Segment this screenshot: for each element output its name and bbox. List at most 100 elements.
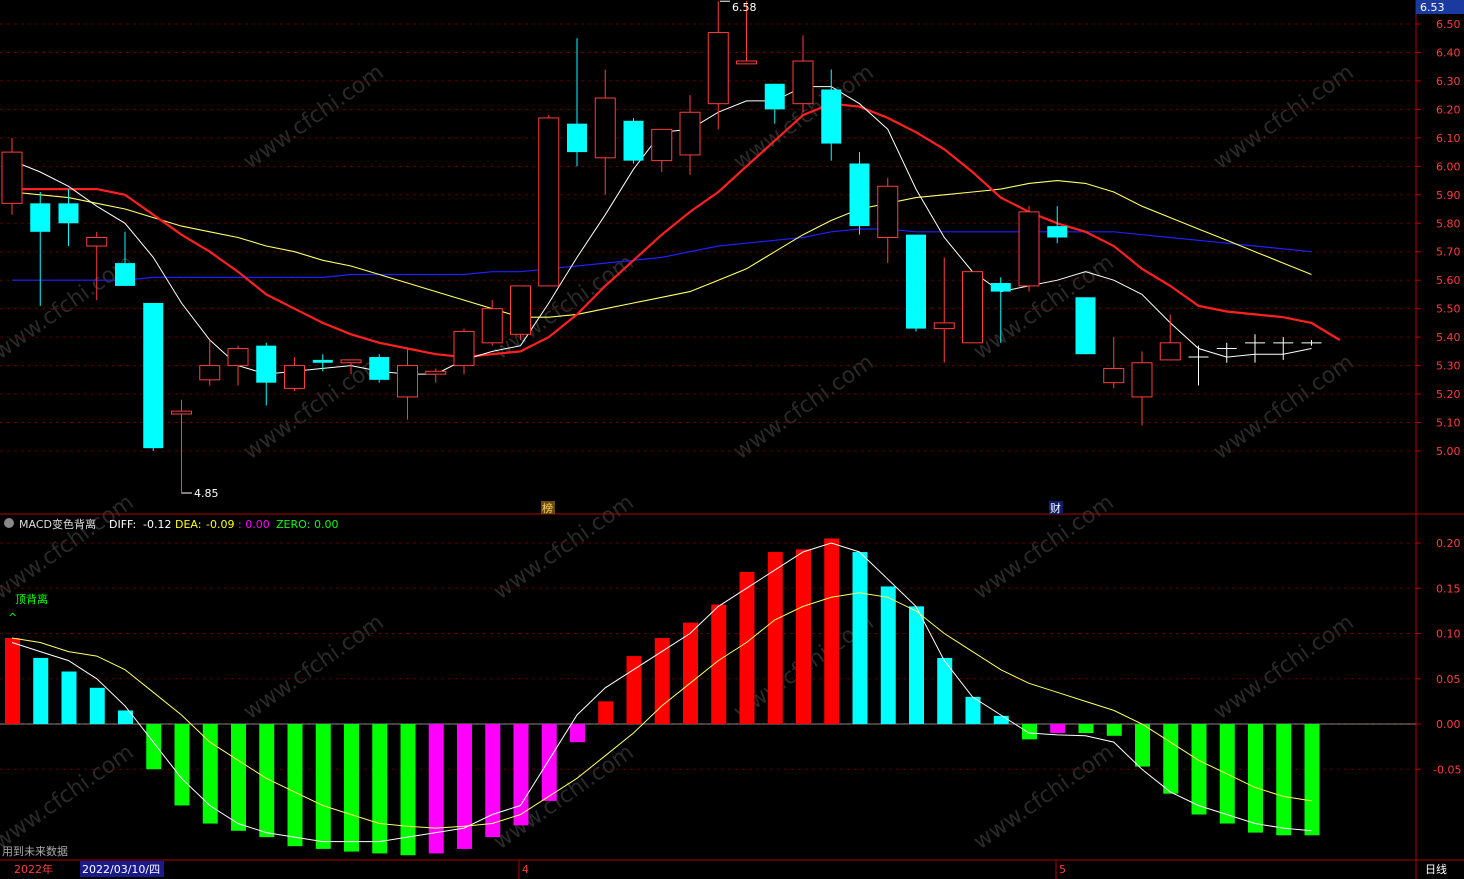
candle-body[interactable] <box>990 283 1011 292</box>
macd-bar[interactable] <box>372 724 388 854</box>
macd-bar[interactable] <box>5 638 20 724</box>
candle-body[interactable] <box>538 117 560 287</box>
macd-bar[interactable] <box>909 606 924 724</box>
macd-bar[interactable] <box>146 724 162 770</box>
price-tick-label: 5.00 <box>1436 445 1461 458</box>
zero-label: ZERO: <box>276 518 310 531</box>
price-axis: 6.50 6.40 6.30 6.20 6.10 6.00 5.90 5.80 5.70 5.60… <box>1416 18 1461 458</box>
candle-body[interactable] <box>58 203 79 224</box>
macd-bar[interactable] <box>1248 724 1263 833</box>
macd-bar[interactable] <box>287 724 303 847</box>
candle-body[interactable] <box>567 123 587 153</box>
candle-body[interactable] <box>30 203 51 232</box>
macd-bar[interactable] <box>231 724 246 831</box>
stock-chart[interactable]: www.cfchi.com www.cfchi.com www.cfchi.com w… <box>0 0 1464 879</box>
macd-bar[interactable] <box>1163 724 1179 794</box>
macd-bar[interactable] <box>428 724 444 854</box>
macd-tick-label: 0.00 <box>1436 718 1461 731</box>
candle-body[interactable] <box>397 365 418 398</box>
candle-body[interactable] <box>651 128 673 162</box>
macd-bar[interactable] <box>683 622 698 724</box>
candle-body[interactable] <box>199 365 221 381</box>
candle-body[interactable] <box>594 97 616 159</box>
macd-bar[interactable] <box>174 724 190 806</box>
candlestick-series[interactable] <box>1 0 1322 494</box>
candle-body[interactable] <box>821 89 842 144</box>
watermark-text: www.cfchi.com <box>969 250 1118 365</box>
macd-tick-label: -0.05 <box>1433 763 1461 776</box>
candle-body[interactable] <box>143 302 164 449</box>
candle-body[interactable] <box>510 285 531 335</box>
candle-body[interactable] <box>481 308 503 344</box>
macd-bar[interactable] <box>344 724 359 852</box>
macd-bar[interactable] <box>1191 724 1207 815</box>
candle-body[interactable] <box>1159 342 1181 361</box>
macd-bar[interactable] <box>1022 724 1037 740</box>
watermark-text: www.cfchi.com <box>489 490 638 605</box>
macd-bar[interactable] <box>993 715 1009 724</box>
candle-body[interactable] <box>623 120 644 161</box>
candle-body[interactable] <box>877 185 899 238</box>
low-price-annotation: 4.85 <box>194 487 219 500</box>
candle-body[interactable] <box>1131 362 1153 398</box>
candle-body[interactable] <box>1103 367 1125 384</box>
macd-bar[interactable] <box>767 552 783 724</box>
candle-body[interactable] <box>340 359 362 364</box>
candle-body[interactable] <box>933 322 955 330</box>
candle-body[interactable] <box>707 32 729 105</box>
candle-body[interactable] <box>284 365 305 389</box>
candle-body[interactable] <box>86 237 108 247</box>
macd-bar[interactable] <box>315 724 331 849</box>
candle-body[interactable] <box>115 263 135 286</box>
macd-bar[interactable] <box>880 586 896 724</box>
macd-bar[interactable] <box>89 687 105 724</box>
macd-bar[interactable] <box>598 701 614 724</box>
indicator-toggle-icon[interactable] <box>4 518 14 528</box>
candle-body[interactable] <box>369 357 390 380</box>
candle-body[interactable] <box>962 271 983 344</box>
macd-tick-label: 0.20 <box>1436 537 1461 550</box>
macd-bar[interactable] <box>852 552 868 724</box>
macd-bar[interactable] <box>796 549 811 724</box>
candle-body[interactable] <box>171 410 192 415</box>
candle-body[interactable] <box>1018 211 1040 287</box>
ma60-line <box>12 228 1312 281</box>
candle-body[interactable] <box>679 111 701 156</box>
macd-bar[interactable] <box>457 724 472 849</box>
macd-bar[interactable] <box>570 724 585 743</box>
macd-bar[interactable] <box>1135 724 1150 767</box>
candle-body[interactable] <box>425 370 447 375</box>
macd-tick-label: 0.10 <box>1436 628 1461 641</box>
macd-bar[interactable] <box>1078 724 1094 734</box>
candle-body[interactable] <box>736 60 757 65</box>
macd-bar[interactable] <box>33 657 49 724</box>
macd-bar[interactable] <box>824 538 840 724</box>
watermark-text: www.cfchi.com <box>969 490 1118 605</box>
macd-bar[interactable] <box>1276 724 1292 836</box>
candle-body[interactable] <box>1047 226 1068 238</box>
candle-body[interactable] <box>312 359 333 363</box>
price-tick-label: 6.30 <box>1436 75 1461 88</box>
macd-bar[interactable] <box>739 571 755 724</box>
candle-body[interactable] <box>764 83 785 110</box>
candle-body[interactable] <box>227 348 249 367</box>
macd-bar[interactable] <box>1050 724 1066 734</box>
candle-body[interactable] <box>453 330 475 367</box>
macd-bar[interactable] <box>485 724 501 838</box>
candle-body[interactable] <box>1 151 23 204</box>
macd-bar[interactable] <box>513 724 529 826</box>
macd-bar[interactable] <box>541 724 557 801</box>
candle-body[interactable] <box>792 60 814 105</box>
candle-body[interactable] <box>906 234 926 329</box>
candle-body[interactable] <box>1075 297 1096 355</box>
macd-bar[interactable] <box>1304 724 1320 836</box>
price-tick-label: 5.10 <box>1436 417 1461 430</box>
period-label[interactable]: 日线 <box>1425 862 1447 876</box>
candle-body[interactable] <box>256 345 277 383</box>
macd-bar[interactable] <box>61 671 77 724</box>
macd-histogram[interactable] <box>5 538 1320 856</box>
candle-body[interactable] <box>849 163 870 227</box>
macd-bar[interactable] <box>1106 724 1122 736</box>
indicator-name[interactable]: MACD变色背离 <box>19 517 96 531</box>
macd-bar[interactable] <box>400 724 416 856</box>
